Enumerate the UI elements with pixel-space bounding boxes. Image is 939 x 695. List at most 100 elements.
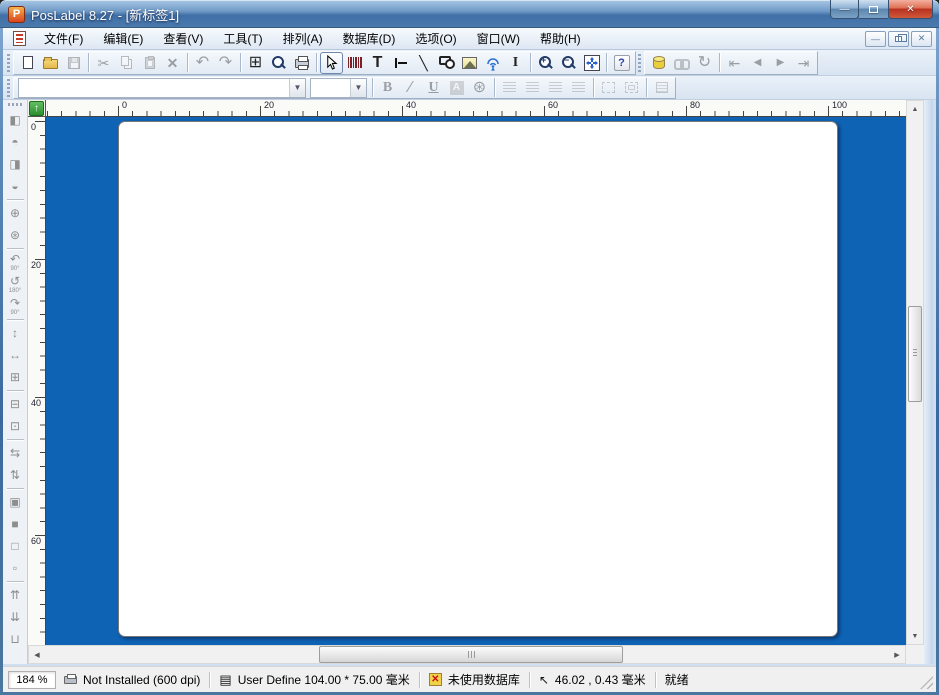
align-justify-icon [572,82,585,93]
chevron-down-icon[interactable]: ▼ [350,78,366,97]
minimize-button[interactable]: — [830,0,859,19]
paste-button [138,52,161,74]
underline-button: U [422,77,445,99]
rfid-tool-button[interactable] [481,52,504,74]
print-button[interactable] [290,52,313,74]
separator [209,671,211,688]
scroll-up-button[interactable]: ▲ [907,101,923,117]
separator [6,488,24,489]
horizontal-scroll-thumb[interactable] [319,646,623,663]
next-record-button: ▶ [769,52,792,74]
design-canvas[interactable] [46,117,906,645]
select-tool-button[interactable] [320,51,343,74]
send-to-back-icon: □ [11,539,19,553]
scroll-left-icon: ◀ [34,651,40,659]
text-tool-button[interactable]: T [366,52,389,74]
mdi-close-button[interactable]: ✕ [911,30,932,47]
toolbar-grip[interactable] [8,103,22,106]
toolbar-grip[interactable] [7,78,10,97]
group-button [597,77,620,99]
equal-h-spacing-button: ⇆ [5,442,26,464]
database-button[interactable] [647,52,670,74]
center-horizontal-button: ⊕ [5,202,26,224]
align-right-edges-icon: ◨ [9,157,21,171]
undo-arrow-icon: ↶ [195,53,210,71]
new-button[interactable] [16,52,39,74]
center-both-icon: ⊛ [9,228,21,242]
ibeam-tool-button[interactable]: I [504,52,527,74]
ruler-origin-button[interactable]: ↑ [29,100,44,116]
shape-tool-button[interactable] [435,52,458,74]
separator [187,53,188,72]
label-page[interactable] [118,121,838,637]
horizontal-ruler: 0 20 40 60 80 100 [46,100,906,117]
italic-button: ∕ [399,77,422,99]
menu-database[interactable]: 数据库(D) [333,27,406,50]
barcode-tool-button[interactable] [343,52,366,74]
menu-arrange[interactable]: 排列(A) [273,27,333,50]
diagonal-line-tool-button[interactable]: ╲ [412,52,435,74]
maximize-button[interactable] [859,0,888,19]
ruler-major-ticks [35,121,45,645]
find-record-button [670,52,693,74]
separator [494,78,495,97]
scroll-right-button[interactable]: ▶ [889,646,905,663]
close-button[interactable]: ✕ [888,0,933,19]
image-tool-button[interactable] [458,52,481,74]
align-bottom-edges-button: ◒ [5,175,26,197]
same-height-button: ↕ [5,322,26,344]
zoom-out-button[interactable]: − [557,52,580,74]
page-setup-button[interactable]: ⊞ [244,52,267,74]
menu-edit[interactable]: 编辑(E) [93,27,153,50]
zoom-fit-button[interactable] [580,52,603,74]
delete-button: ✕ [161,52,184,74]
rotate-270-icon: ↷ [9,295,21,310]
horizontal-scrollbar[interactable]: ◀ ▶ [28,645,906,664]
resize-grip[interactable] [920,676,933,689]
separator [6,581,24,582]
align-center-icon [526,82,539,93]
zoom-in-button[interactable]: + [534,52,557,74]
first-record-button: ⇤ [723,52,746,74]
zoom-level-field[interactable]: 184 % [8,670,56,689]
same-width-button: ↔ [5,344,26,366]
menu-view[interactable]: 查看(V) [153,27,213,50]
font-size-combo[interactable]: ▼ [310,77,367,98]
statusbar: 184 % Not Installed (600 dpi) ▤ User Def… [3,666,936,692]
redo-arrow-icon: ↷ [218,53,233,71]
menu-tools[interactable]: 工具(T) [213,27,272,50]
toolbar-grip[interactable] [7,53,10,72]
bring-forward-icon: ▣ [9,495,21,509]
vertical-scroll-thumb[interactable] [908,306,922,402]
texture-button: ⊛ [468,77,491,99]
toolbar-grip[interactable] [638,53,641,72]
mdi-restore-button[interactable] [888,30,909,47]
vertical-ruler: 0 20 40 60 [28,117,46,645]
menu-help[interactable]: 帮助(H) [530,27,591,50]
line-tool-button[interactable] [389,52,412,74]
menu-options[interactable]: 选项(O) [405,27,466,50]
mdi-window-controls: — ✕ [865,30,932,47]
open-button[interactable] [39,52,62,74]
scroll-left-button[interactable]: ◀ [29,646,45,663]
rotate-270-button: ↷ 90° [5,295,26,317]
database-status-icon: ✕ [428,673,442,686]
vertical-scrollbar[interactable]: ▲ ▼ [906,100,924,645]
separator [6,390,24,391]
app-logo-icon: P [8,5,25,23]
chevron-down-icon[interactable]: ▼ [289,78,305,97]
center-both-button: ⊛ [5,224,26,246]
help-button[interactable]: ? [610,52,633,74]
menu-window[interactable]: 窗口(W) [467,27,530,50]
align-justify-button [567,77,590,99]
print-preview-button[interactable] [267,52,290,74]
horizontal-scroll-track[interactable] [45,646,889,663]
font-name-combo[interactable]: ▼ [18,77,306,98]
delete-x-icon: ✕ [166,54,179,71]
menu-file[interactable]: 文件(F) [34,27,93,50]
scroll-down-button[interactable]: ▼ [907,628,923,644]
barcode-icon [347,57,362,68]
ruler-label: 100 [832,100,848,110]
separator [6,319,24,320]
mdi-minimize-button[interactable]: — [865,30,886,47]
